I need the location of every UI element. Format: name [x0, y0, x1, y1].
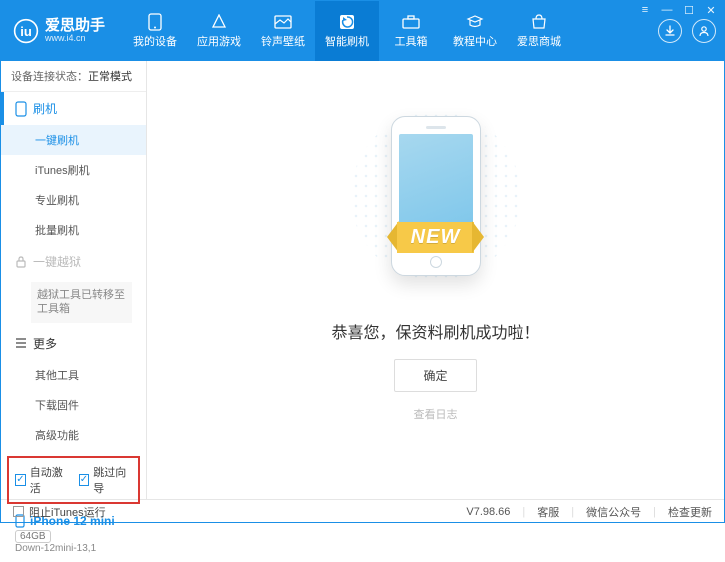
sidebar-group-flash[interactable]: 刷机 [1, 92, 146, 125]
app-subtitle: www.i4.cn [45, 34, 105, 44]
main-nav: 我的设备 应用游戏 铃声壁纸 智能刷机 工具箱 教程中心 爱思商城 [123, 1, 658, 61]
sidebar-item-download-firmware[interactable]: 下载固件 [1, 390, 146, 420]
wechat-link[interactable]: 微信公众号 [586, 504, 641, 520]
firmware-text: Down-12mini-13,1 [15, 543, 136, 554]
storage-badge: 64GB [15, 530, 51, 543]
phone-icon [15, 101, 27, 117]
app-header: ≡ — ☐ ✕ iu 爱思助手 www.i4.cn 我的设备 应用游戏 铃声壁纸… [1, 1, 724, 61]
sidebar-item-oneclick-flash[interactable]: 一键刷机 [1, 125, 146, 155]
new-ribbon: NEW [387, 221, 485, 253]
sidebar-group-jailbreak: 一键越狱 [1, 245, 146, 278]
device-status: 设备连接状态：正常模式 [1, 61, 146, 92]
checkbox-icon [13, 506, 24, 517]
store-icon [529, 13, 549, 31]
highlighted-options: ✓自动激活 ✓跳过向导 [7, 456, 140, 504]
view-log-link[interactable]: 查看日志 [414, 406, 458, 422]
wallpaper-icon [273, 13, 293, 31]
sidebar-item-other-tools[interactable]: 其他工具 [1, 360, 146, 390]
more-icon [15, 338, 27, 348]
sidebar-item-advanced[interactable]: 高级功能 [1, 420, 146, 450]
checkmark-icon: ✓ [15, 474, 26, 486]
sidebar-group-more[interactable]: 更多 [1, 327, 146, 360]
download-button[interactable] [658, 19, 682, 43]
window-controls: ≡ — ☐ ✕ [638, 3, 718, 17]
logo: iu 爱思助手 www.i4.cn [13, 18, 105, 44]
check-update-link[interactable]: 检查更新 [668, 504, 712, 520]
svg-text:iu: iu [20, 24, 32, 39]
flash-icon [337, 13, 357, 31]
apps-icon [209, 13, 229, 31]
nav-toolbox[interactable]: 工具箱 [379, 1, 443, 61]
sidebar-item-itunes-flash[interactable]: iTunes刷机 [1, 155, 146, 185]
header-actions [658, 19, 716, 43]
success-message: 恭喜您，保资料刷机成功啦！ [331, 319, 539, 343]
nav-tutorials[interactable]: 教程中心 [443, 1, 507, 61]
nav-flash[interactable]: 智能刷机 [315, 1, 379, 61]
success-illustration: NEW [331, 91, 541, 301]
download-icon [664, 25, 676, 37]
main-content: NEW 恭喜您，保资料刷机成功啦！ 确定 查看日志 [147, 61, 724, 499]
confirm-button[interactable]: 确定 [394, 359, 476, 392]
checkbox-skip-guide[interactable]: ✓跳过向导 [79, 464, 133, 496]
checkbox-block-itunes[interactable]: 阻止iTunes运行 [13, 504, 106, 520]
lock-icon [15, 256, 27, 268]
sidebar-item-pro-flash[interactable]: 专业刷机 [1, 185, 146, 215]
nav-ringtones[interactable]: 铃声壁纸 [251, 1, 315, 61]
nav-store[interactable]: 爱思商城 [507, 1, 571, 61]
phone-icon [145, 13, 165, 31]
customer-service-link[interactable]: 客服 [537, 504, 559, 520]
minimize-icon[interactable]: — [660, 3, 674, 17]
jailbreak-note: 越狱工具已转移至工具箱 [31, 282, 132, 323]
nav-my-device[interactable]: 我的设备 [123, 1, 187, 61]
tutorial-icon [465, 13, 485, 31]
toolbox-icon [401, 13, 421, 31]
user-icon [698, 25, 710, 37]
options-icon[interactable]: ≡ [638, 3, 652, 17]
nav-apps[interactable]: 应用游戏 [187, 1, 251, 61]
version-text: V7.98.66 [466, 506, 510, 518]
checkbox-auto-activate[interactable]: ✓自动激活 [15, 464, 69, 496]
sidebar: 设备连接状态：正常模式 刷机 一键刷机 iTunes刷机 专业刷机 批量刷机 一… [1, 61, 147, 499]
sidebar-item-batch-flash[interactable]: 批量刷机 [1, 215, 146, 245]
maximize-icon[interactable]: ☐ [682, 3, 696, 17]
user-button[interactable] [692, 19, 716, 43]
logo-icon: iu [13, 18, 39, 44]
checkmark-icon: ✓ [79, 474, 90, 486]
app-title: 爱思助手 [45, 18, 105, 35]
close-icon[interactable]: ✕ [704, 3, 718, 17]
